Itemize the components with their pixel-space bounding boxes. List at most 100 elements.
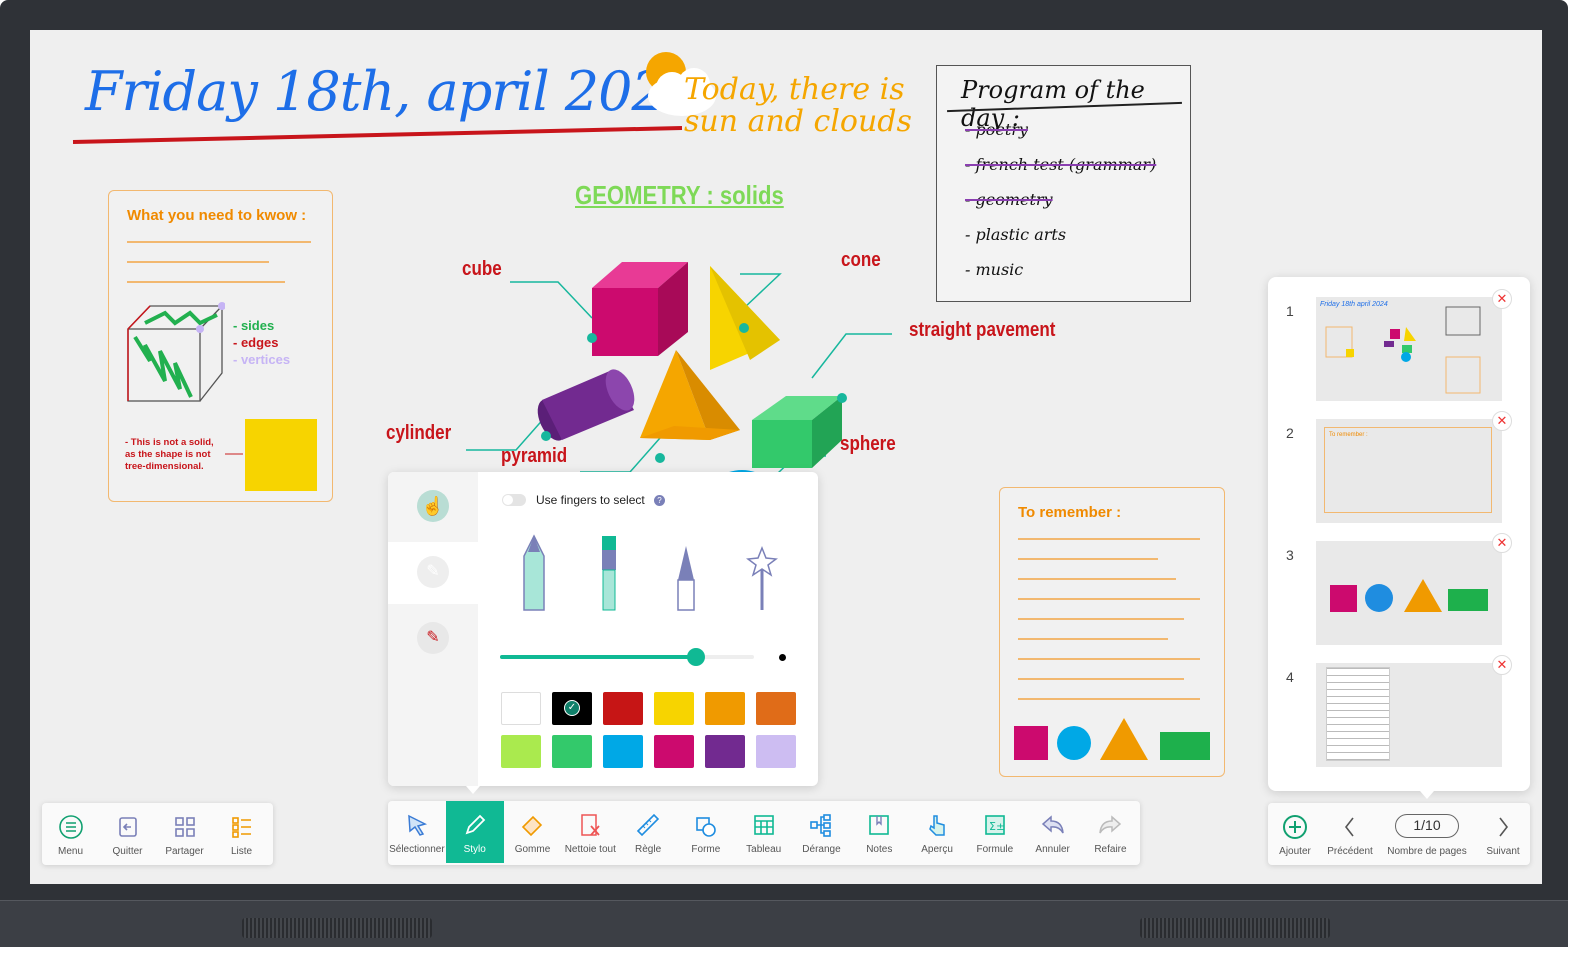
table-icon: [753, 815, 774, 835]
color-swatch[interactable]: [756, 735, 796, 768]
finger-select-mode-icon[interactable]: ☝: [417, 490, 449, 522]
annuler-button[interactable]: Annuler: [1024, 801, 1082, 863]
legend-edges: - edges: [233, 335, 279, 350]
eraser-icon: [522, 815, 543, 837]
close-icon[interactable]: ✕: [1492, 411, 1512, 431]
line: [1018, 638, 1168, 640]
color-swatch[interactable]: [705, 735, 745, 768]
page-nav-toolbar: Ajouter Précédent 1/10 Nombre de pages Su…: [1268, 803, 1530, 865]
page-number: 1: [1286, 303, 1294, 319]
qr-share-icon: [174, 817, 195, 837]
menu-button[interactable]: Menu: [42, 803, 99, 865]
tool-label: Quitter: [112, 846, 143, 857]
color-swatch[interactable]: [552, 735, 592, 768]
close-icon[interactable]: ✕: [1492, 533, 1512, 553]
close-icon[interactable]: ✕: [1492, 655, 1512, 675]
program-list: - poetry - french test (grammar) - geometr…: [965, 120, 1156, 295]
program-item: - plastic arts: [965, 225, 1067, 244]
page-thumbnail[interactable]: [1316, 541, 1502, 645]
marker-icon: [602, 536, 616, 611]
stylo-button[interactable]: Stylo: [445, 801, 504, 863]
page-thumbnail[interactable]: [1316, 663, 1502, 767]
label-pyramid: pyramid: [501, 445, 568, 467]
pen-settings-panel: ☝ ✎ ✎ Use fingers to select ? ✓: [388, 472, 818, 786]
tool-label: Règle: [635, 844, 662, 855]
tool-label: Tableau: [746, 844, 782, 855]
weather-text: Today, there is sun and clouds: [684, 72, 912, 139]
color-swatch[interactable]: [654, 692, 694, 725]
aperçu-button[interactable]: Aperçu: [908, 801, 966, 863]
legend-vertices: - vertices: [233, 352, 291, 367]
line: [127, 261, 269, 263]
close-icon[interactable]: ✕: [1492, 289, 1512, 309]
formule-button[interactable]: Σ± Formule: [966, 801, 1024, 863]
gomme-button[interactable]: Gomme: [504, 801, 562, 863]
page-thumbnail[interactable]: Friday 18th april 2024: [1316, 297, 1502, 401]
color-swatch[interactable]: [603, 692, 643, 725]
pencil-icon: [523, 534, 545, 611]
color-swatch[interactable]: [705, 692, 745, 725]
highlighter-mode-icon[interactable]: ✎: [417, 622, 449, 654]
liste-button[interactable]: Liste: [213, 803, 270, 865]
shapes-icon: [696, 817, 716, 837]
nettoie-tout-button[interactable]: Nettoie tout: [561, 801, 619, 863]
règle-button[interactable]: Règle: [619, 801, 677, 863]
color-swatch[interactable]: [756, 692, 796, 725]
add-label: Ajouter: [1279, 846, 1311, 857]
quitter-button[interactable]: Quitter: [99, 803, 156, 865]
color-swatch[interactable]: [501, 735, 541, 768]
yellow-square: [245, 419, 317, 491]
previous-page-button[interactable]: Précédent: [1322, 803, 1378, 865]
remember-card-title: To remember :: [1018, 504, 1122, 521]
line: [127, 241, 311, 243]
use-fingers-toggle[interactable]: [502, 494, 526, 506]
line: [1018, 598, 1200, 600]
forme-button[interactable]: Forme: [677, 801, 735, 863]
add-page-button[interactable]: Ajouter: [1268, 803, 1322, 865]
pen-types: [523, 534, 778, 611]
line: [127, 281, 285, 283]
tool-label: Annuler: [1035, 844, 1070, 855]
partager-button[interactable]: Partager: [156, 803, 213, 865]
page-counter[interactable]: 1/10: [1395, 814, 1459, 838]
program-item: - geometry: [965, 190, 1053, 209]
thickness-slider[interactable]: [500, 648, 754, 666]
sélectionner-button[interactable]: Sélectionner: [388, 801, 446, 863]
dérange-button[interactable]: Dérange: [793, 801, 851, 863]
touch-icon: [929, 815, 945, 836]
slider-knob[interactable]: [686, 648, 705, 666]
redo-icon: [1099, 815, 1122, 834]
page-thumbnail[interactable]: To remember :: [1316, 419, 1502, 523]
thickness-preview-dot: [779, 654, 786, 661]
color-swatch[interactable]: [603, 735, 643, 768]
clear-all-icon: [581, 814, 600, 836]
tool-label: Partager: [165, 846, 204, 857]
refaire-button[interactable]: Refaire: [1082, 801, 1140, 863]
tableau-button[interactable]: Tableau: [735, 801, 793, 863]
tool-label: Formule: [976, 844, 1014, 855]
question-circle-icon[interactable]: ?: [654, 495, 665, 506]
plus-circle-icon: [1283, 815, 1307, 839]
left-toolbar: Menu Quitter Partager Liste: [42, 803, 273, 865]
pen-mode-icon[interactable]: ✎: [417, 556, 449, 588]
solids-illustration: [466, 262, 892, 500]
tool-label: Stylo: [463, 844, 486, 855]
label-straight-pavement: straight pavement: [909, 319, 1056, 341]
tool-label: Sélectionner: [389, 844, 445, 855]
color-swatch[interactable]: [654, 735, 694, 768]
line: [1018, 538, 1200, 540]
page-count[interactable]: 1/10 Nombre de pages: [1378, 803, 1476, 865]
color-swatch[interactable]: [501, 692, 541, 725]
remember-card[interactable]: To remember :: [999, 487, 1225, 777]
next-page-button[interactable]: Suivant: [1476, 803, 1530, 865]
know-card-note: - This is not a solid, as the shape is n…: [125, 437, 214, 472]
notes-button[interactable]: Notes: [850, 801, 908, 863]
page-count-label: Nombre de pages: [1387, 846, 1467, 857]
color-swatch[interactable]: ✓: [552, 692, 592, 725]
know-card[interactable]: What you need to kwow : - sides - edges …: [108, 190, 333, 502]
tool-label: Liste: [230, 846, 253, 857]
line: [1018, 558, 1158, 560]
tool-label: Notes: [866, 844, 893, 855]
program-card[interactable]: Program of the day : - poetry - french te…: [936, 65, 1191, 302]
chevron-right-icon: [1499, 817, 1509, 837]
